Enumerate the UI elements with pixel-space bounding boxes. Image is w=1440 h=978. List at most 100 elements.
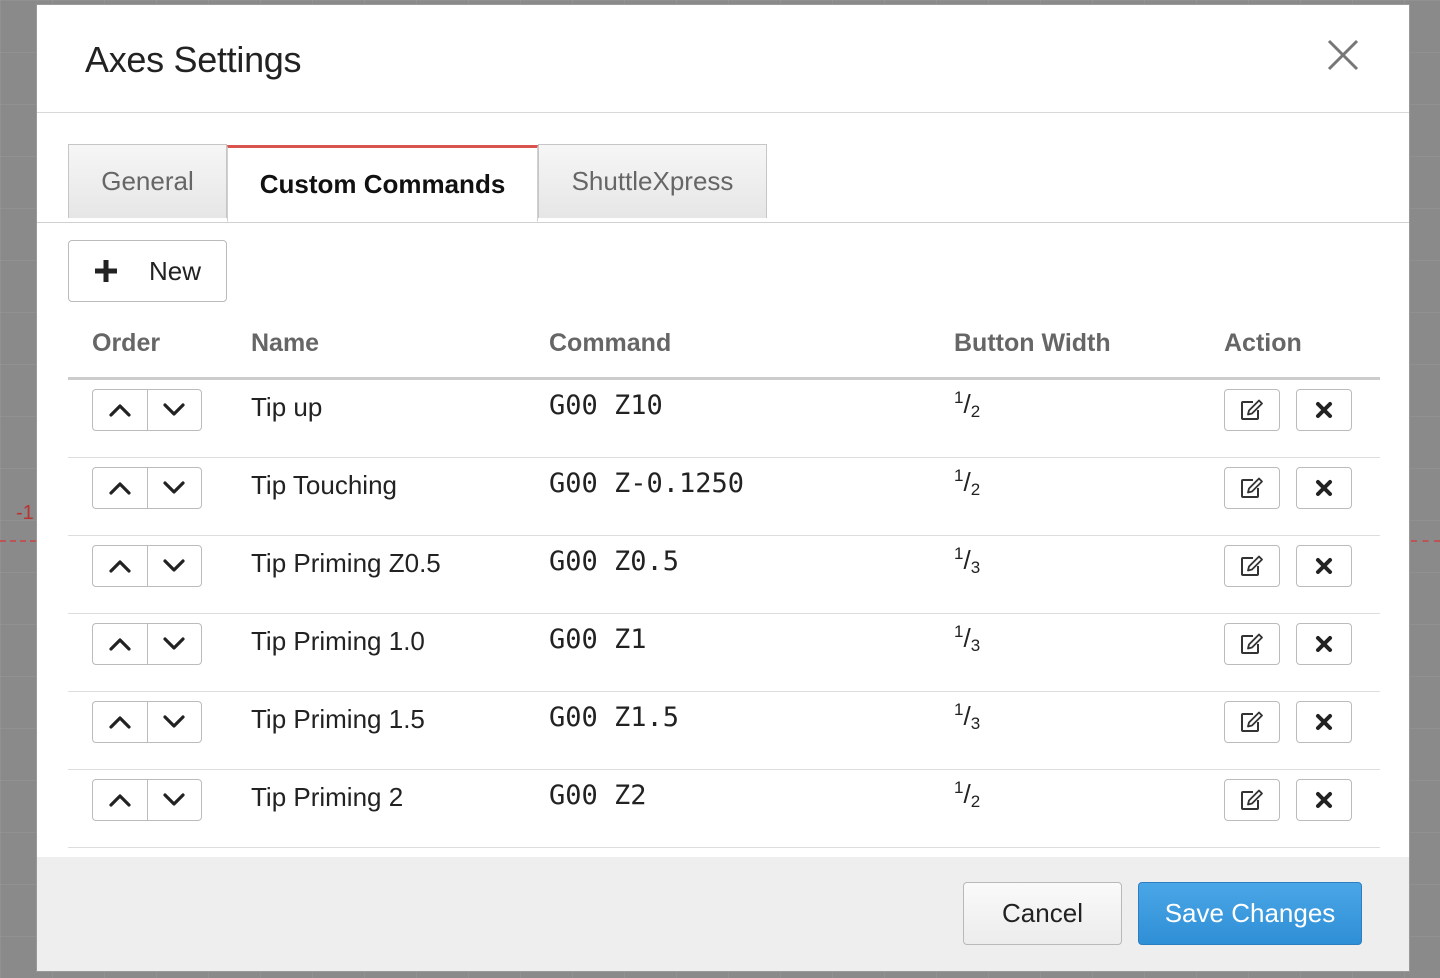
order-controls <box>92 623 202 665</box>
button-width: 1/2 <box>954 466 980 500</box>
move-down-button[interactable] <box>146 624 202 664</box>
command-name: Tip Priming Z0.5 <box>251 548 441 578</box>
command-code: G00 Z10 <box>549 390 663 421</box>
command-code: G00 Z1 <box>549 624 647 655</box>
delete-icon <box>1316 792 1332 808</box>
move-up-button[interactable] <box>93 702 147 742</box>
close-button[interactable] <box>1323 35 1363 75</box>
dialog-header: Axes Settings <box>37 5 1409 113</box>
chevron-up-icon <box>109 404 131 417</box>
command-name: Tip Touching <box>251 470 397 500</box>
table-row: Tip Priming 2 G00 Z2 1/2 <box>68 770 1380 848</box>
button-width: 1/3 <box>954 700 980 734</box>
edit-icon <box>1241 399 1263 420</box>
edit-button[interactable] <box>1224 467 1280 509</box>
button-width-denominator: 2 <box>970 480 981 499</box>
fraction-slash: / <box>963 623 971 653</box>
button-width: 1/2 <box>954 388 980 422</box>
edit-button[interactable] <box>1224 701 1280 743</box>
button-width-denominator: 2 <box>970 402 981 421</box>
tab-custom-commands[interactable]: Custom Commands <box>227 145 538 222</box>
order-controls <box>92 467 202 509</box>
custom-commands-table: Order Name Command Button Width Action T… <box>68 315 1380 848</box>
edit-button[interactable] <box>1224 389 1280 431</box>
move-down-button[interactable] <box>146 702 202 742</box>
delete-button[interactable] <box>1296 389 1352 431</box>
table-header: Order Name Command Button Width Action <box>68 315 1380 380</box>
delete-button[interactable] <box>1296 467 1352 509</box>
delete-button[interactable] <box>1296 545 1352 587</box>
close-icon <box>1327 39 1359 71</box>
table-row: Tip up G00 Z10 1/2 <box>68 380 1380 458</box>
chevron-down-icon <box>163 637 185 650</box>
delete-button[interactable] <box>1296 701 1352 743</box>
dialog-title: Axes Settings <box>85 39 302 80</box>
column-header-action: Action <box>1224 329 1302 357</box>
order-controls <box>92 779 202 821</box>
edit-button[interactable] <box>1224 623 1280 665</box>
command-code: G00 Z0.5 <box>549 546 680 577</box>
move-up-button[interactable] <box>93 390 147 430</box>
command-name: Tip up <box>251 392 323 422</box>
move-up-button[interactable] <box>93 780 147 820</box>
new-button-label: New <box>149 255 202 286</box>
save-changes-button[interactable]: Save Changes <box>1138 882 1362 945</box>
button-width: 1/3 <box>954 544 980 578</box>
fraction-slash: / <box>963 701 971 731</box>
column-header-command: Command <box>549 329 672 357</box>
move-up-button[interactable] <box>93 546 147 586</box>
tab-bar: General Custom Commands ShuttleXpress <box>37 113 1409 223</box>
dialog-footer: Cancel Save Changes <box>37 857 1409 971</box>
fraction-slash: / <box>963 389 971 419</box>
table-row: Tip Priming 1.0 G00 Z1 1/3 <box>68 614 1380 692</box>
delete-button[interactable] <box>1296 779 1352 821</box>
cancel-button[interactable]: Cancel <box>963 882 1122 945</box>
edit-icon <box>1241 555 1263 576</box>
edit-icon <box>1241 477 1263 498</box>
move-down-button[interactable] <box>146 390 202 430</box>
chevron-up-icon <box>109 638 131 651</box>
plus-icon <box>95 260 117 282</box>
fraction-slash: / <box>963 545 971 575</box>
move-down-button[interactable] <box>146 468 202 508</box>
move-down-button[interactable] <box>146 780 202 820</box>
command-code: G00 Z1.5 <box>549 702 680 733</box>
chevron-up-icon <box>109 482 131 495</box>
background-dashed-line-left <box>0 540 36 542</box>
chevron-down-icon <box>163 715 185 728</box>
move-down-button[interactable] <box>146 546 202 586</box>
command-name: Tip Priming 1.0 <box>251 626 425 656</box>
move-up-button[interactable] <box>93 624 147 664</box>
tab-shuttlexpress[interactable]: ShuttleXpress <box>538 144 767 218</box>
edit-button[interactable] <box>1224 545 1280 587</box>
delete-icon <box>1316 480 1332 496</box>
button-width: 1/2 <box>954 778 980 812</box>
delete-icon <box>1316 558 1332 574</box>
chevron-up-icon <box>109 716 131 729</box>
delete-button[interactable] <box>1296 623 1352 665</box>
chevron-down-icon <box>163 403 185 416</box>
column-header-order: Order <box>92 329 161 357</box>
delete-icon <box>1316 714 1332 730</box>
delete-icon <box>1316 636 1332 652</box>
new-command-button[interactable]: New <box>68 240 227 302</box>
fraction-slash: / <box>963 467 971 497</box>
chevron-up-icon <box>109 560 131 573</box>
command-code: G00 Z-0.1250 <box>549 468 745 499</box>
edit-icon <box>1241 789 1263 810</box>
button-width-denominator: 3 <box>970 636 981 655</box>
order-controls <box>92 701 202 743</box>
move-up-button[interactable] <box>93 468 147 508</box>
edit-button[interactable] <box>1224 779 1280 821</box>
table-row: Tip Priming 1.5 G00 Z1.5 1/3 <box>68 692 1380 770</box>
button-width-denominator: 3 <box>970 714 981 733</box>
edit-icon <box>1241 633 1263 654</box>
background-dashed-line-right <box>1411 540 1440 542</box>
button-width-denominator: 3 <box>970 558 981 577</box>
tab-general[interactable]: General <box>68 144 227 218</box>
chevron-down-icon <box>163 559 185 572</box>
column-header-button-width: Button Width <box>954 329 1111 357</box>
chevron-up-icon <box>109 794 131 807</box>
edit-icon <box>1241 711 1263 732</box>
column-header-name: Name <box>251 329 320 357</box>
